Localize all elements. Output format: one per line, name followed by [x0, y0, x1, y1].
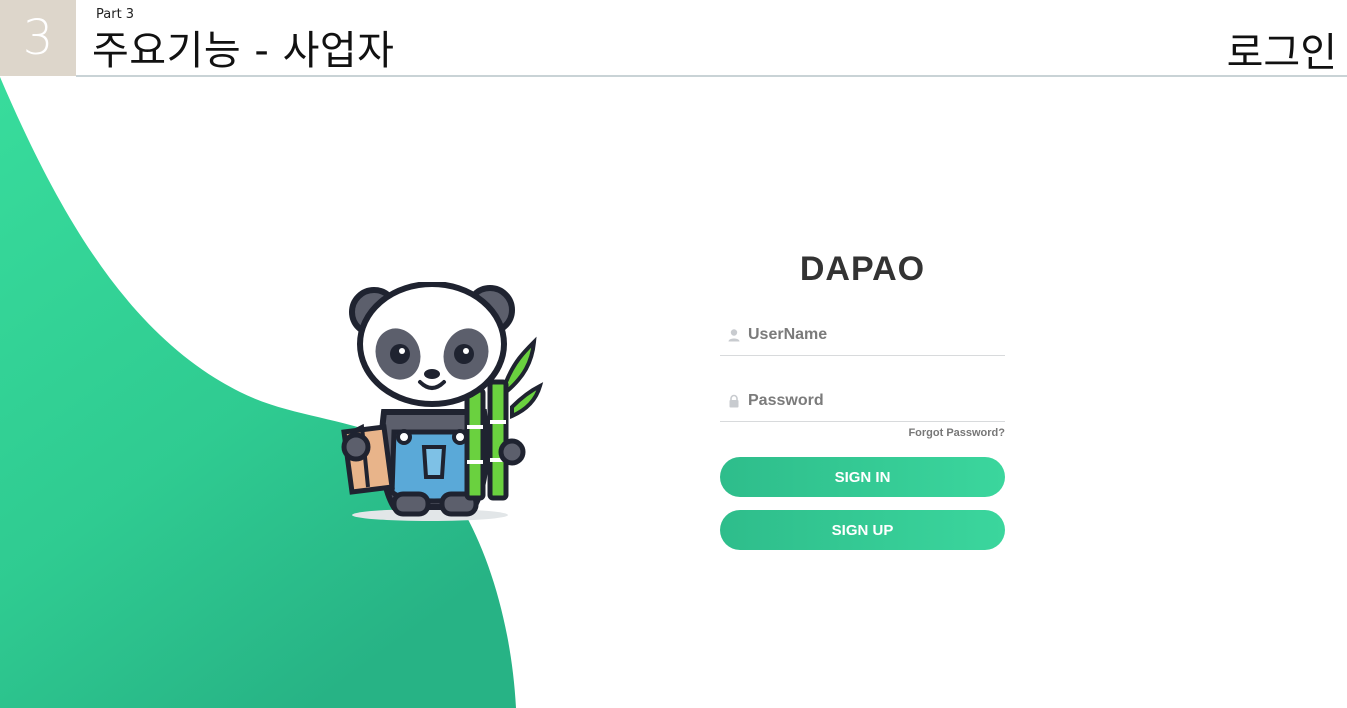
- section-number: 3: [0, 0, 76, 76]
- sign-up-button[interactable]: SIGN UP: [720, 510, 1005, 550]
- slide-title: 주요기능 - 사업자: [92, 28, 395, 74]
- username-field-wrapper: [720, 315, 1005, 356]
- lock-icon: [720, 394, 748, 408]
- sign-in-button[interactable]: SIGN IN: [720, 457, 1005, 497]
- panda-mascot-illustration: [341, 282, 544, 521]
- brand-logo-text: DAPAO: [799, 250, 926, 288]
- user-icon: [720, 328, 748, 342]
- forgot-password-link[interactable]: Forgot Password?: [720, 427, 1005, 439]
- password-input[interactable]: [748, 385, 1005, 417]
- password-field-wrapper: [720, 381, 1005, 422]
- page-title: 로그인: [1226, 30, 1337, 76]
- username-input[interactable]: [748, 319, 1005, 351]
